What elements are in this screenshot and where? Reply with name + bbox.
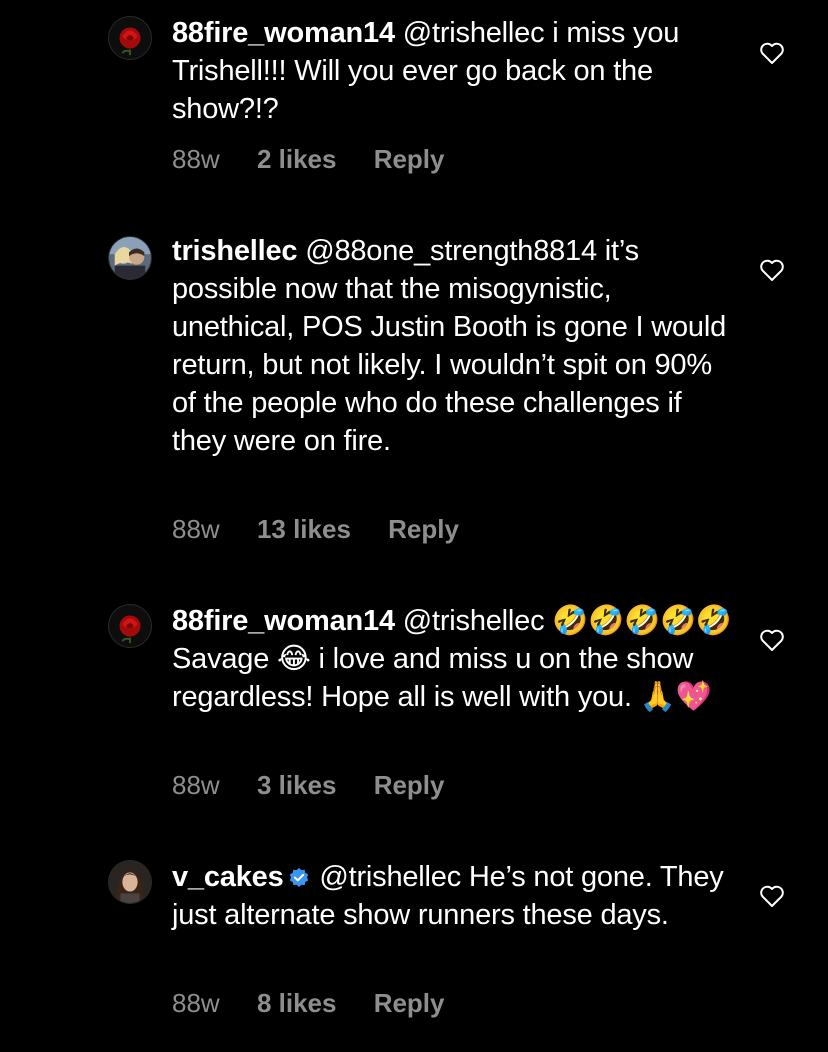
photo-avatar-icon <box>109 237 151 279</box>
comment-likes[interactable]: 8 likes <box>257 988 337 1018</box>
like-heart-icon[interactable] <box>759 41 785 65</box>
comment-text: @88one_strength8814 it’s possible now th… <box>172 235 727 457</box>
comment-timestamp: 88w <box>172 514 220 544</box>
red-rose-icon <box>109 17 151 59</box>
comment-timestamp: 88w <box>172 988 220 1018</box>
comment-timestamp: 88w <box>172 770 220 800</box>
comment-likes[interactable]: 3 likes <box>257 770 337 800</box>
avatar[interactable] <box>108 236 152 280</box>
reply-button[interactable]: Reply <box>374 144 445 174</box>
comment-username[interactable]: trishellec <box>172 235 298 267</box>
comment-body: 88fire_woman14 @trishellec i miss you Tr… <box>172 14 732 128</box>
comment-username[interactable]: v_cakes <box>172 861 284 893</box>
avatar[interactable] <box>108 604 152 648</box>
comment-meta: 88w 8 likes Reply <box>172 988 475 1019</box>
red-rose-icon <box>109 605 151 647</box>
avatar[interactable] <box>108 860 152 904</box>
comment-timestamp: 88w <box>172 144 220 174</box>
comment-body: 88fire_woman14 @trishellec 🤣🤣🤣🤣🤣 Savage … <box>172 602 732 716</box>
like-heart-icon[interactable] <box>759 258 785 282</box>
verified-badge-icon <box>289 867 308 887</box>
avatar[interactable] <box>108 16 152 60</box>
comment-likes[interactable]: 13 likes <box>257 514 351 544</box>
comment-likes[interactable]: 2 likes <box>257 144 337 174</box>
reply-button[interactable]: Reply <box>374 988 445 1018</box>
comment-meta: 88w 13 likes Reply <box>172 514 489 545</box>
comment-body: v_cakes @trishellec He’s not gone. They … <box>172 858 732 934</box>
like-heart-icon[interactable] <box>759 884 785 908</box>
reply-button[interactable]: Reply <box>388 514 459 544</box>
comment-meta: 88w 2 likes Reply <box>172 144 475 175</box>
comment-username[interactable]: 88fire_woman14 <box>172 605 395 637</box>
comment-username[interactable]: 88fire_woman14 <box>172 17 395 49</box>
like-heart-icon[interactable] <box>759 628 785 652</box>
comment-meta: 88w 3 likes Reply <box>172 770 475 801</box>
reply-button[interactable]: Reply <box>374 770 445 800</box>
comment-body: trishellec @88one_strength8814 it’s poss… <box>172 232 732 460</box>
photo-avatar-icon <box>109 861 151 903</box>
